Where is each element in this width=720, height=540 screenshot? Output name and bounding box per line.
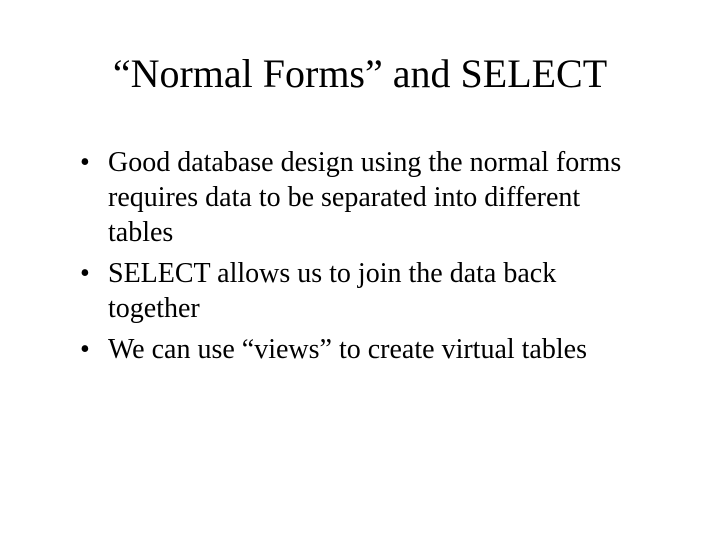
slide-title: “Normal Forms” and SELECT (60, 50, 660, 97)
slide: “Normal Forms” and SELECT Good database … (0, 0, 720, 540)
list-item: We can use “views” to create virtual tab… (80, 332, 650, 367)
list-item: SELECT allows us to join the data back t… (80, 256, 650, 326)
bullet-list: Good database design using the normal fo… (60, 145, 660, 367)
bullet-text: We can use “views” to create virtual tab… (108, 334, 587, 365)
bullet-text: Good database design using the normal fo… (108, 147, 621, 248)
bullet-text: SELECT allows us to join the data back t… (108, 258, 556, 324)
list-item: Good database design using the normal fo… (80, 145, 650, 250)
